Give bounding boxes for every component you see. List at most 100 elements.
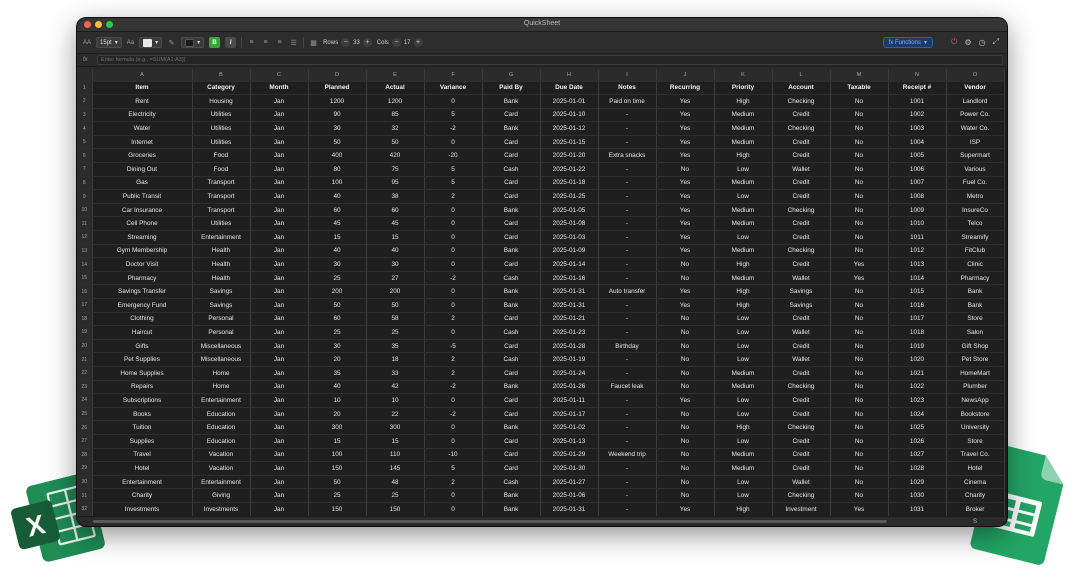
cell[interactable]: 1013 — [888, 257, 947, 272]
cell[interactable]: 60 — [308, 312, 367, 327]
cell[interactable]: 2025-01-23 — [540, 325, 599, 340]
cell[interactable]: Credit — [772, 448, 831, 463]
cell[interactable]: Public Transit — [92, 189, 193, 204]
cell[interactable]: FitClub — [946, 244, 1005, 259]
cell[interactable]: 1011 — [888, 230, 947, 245]
cell[interactable]: Transport — [192, 203, 251, 218]
formula-input[interactable] — [97, 55, 1003, 65]
cell[interactable]: No — [830, 312, 889, 327]
cell[interactable]: Entertainment — [92, 475, 193, 490]
cell[interactable]: No — [656, 407, 715, 422]
cell[interactable]: Low — [714, 312, 773, 327]
column-header[interactable]: D — [308, 69, 367, 82]
cell[interactable]: 20 — [308, 352, 367, 367]
cell[interactable]: InsureCo — [946, 203, 1005, 218]
cell[interactable]: Medium — [714, 108, 773, 123]
cell[interactable]: Credit — [772, 339, 831, 354]
cell[interactable]: 1008 — [888, 189, 947, 204]
rows-decrement-button[interactable]: − — [341, 38, 351, 47]
cell[interactable]: High — [714, 148, 773, 164]
row-header[interactable]: 32 — [77, 502, 93, 516]
cell[interactable]: 40 — [366, 244, 425, 259]
column-header[interactable]: H — [540, 69, 599, 82]
cell[interactable]: 2025-01-31 — [540, 502, 599, 516]
cell[interactable]: 50 — [308, 135, 367, 150]
cell[interactable]: 1027 — [888, 448, 947, 463]
cell[interactable]: -5 — [424, 339, 483, 354]
row-header[interactable]: 7 — [77, 162, 93, 177]
cell[interactable]: Bank — [946, 298, 1005, 313]
cell[interactable]: No — [830, 216, 889, 232]
cell[interactable]: Jan — [250, 162, 309, 177]
cell[interactable]: Jan — [250, 271, 309, 286]
cell[interactable]: 100 — [308, 448, 367, 463]
cell[interactable]: Utilities — [192, 216, 251, 232]
cell[interactable]: Card — [482, 407, 541, 422]
cell[interactable]: 95 — [366, 176, 425, 191]
cell[interactable]: 15 — [366, 434, 425, 449]
cell[interactable]: 0 — [424, 203, 483, 218]
column-header[interactable]: M — [830, 69, 889, 82]
cell[interactable]: Yes — [656, 284, 715, 299]
cell[interactable]: 2025-01-06 — [540, 488, 599, 503]
cell[interactable]: No — [656, 162, 715, 177]
cell[interactable]: No — [656, 312, 715, 327]
cell[interactable]: 1014 — [888, 271, 947, 286]
cell[interactable]: Card — [482, 461, 541, 476]
row-header[interactable]: 5 — [77, 135, 93, 150]
row-header[interactable]: 20 — [77, 339, 93, 354]
cell[interactable]: Entertainment — [192, 393, 251, 408]
cell[interactable]: Bookstore — [946, 407, 1005, 422]
cell[interactable]: - — [598, 189, 657, 204]
cell[interactable]: Entertainment — [192, 475, 251, 490]
cell[interactable]: Education — [192, 407, 251, 422]
cell[interactable]: Wallet — [772, 352, 831, 367]
cell[interactable]: 2025-01-28 — [540, 339, 599, 354]
cell[interactable]: 60 — [366, 203, 425, 218]
cell[interactable]: No — [830, 203, 889, 218]
cell[interactable]: Low — [714, 407, 773, 422]
cell[interactable]: Credit — [772, 461, 831, 476]
cell[interactable]: 0 — [424, 257, 483, 272]
cell[interactable]: Weekend trip — [598, 448, 657, 463]
cell[interactable]: 1021 — [888, 366, 947, 381]
cell[interactable]: 2025-01-08 — [540, 216, 599, 232]
cell[interactable]: Clinic — [946, 257, 1005, 272]
cell[interactable]: 1029 — [888, 475, 947, 490]
cell[interactable]: Credit — [772, 216, 831, 232]
cell[interactable]: 15 — [308, 230, 367, 245]
cell[interactable]: - — [598, 312, 657, 327]
cell[interactable]: 38 — [366, 189, 425, 204]
cell[interactable]: Groceries — [92, 148, 193, 164]
cell[interactable]: - — [598, 488, 657, 503]
cell[interactable]: No — [830, 244, 889, 259]
cell[interactable]: Medium — [714, 366, 773, 381]
cell[interactable]: Month — [250, 81, 309, 96]
cell[interactable]: Yes — [656, 148, 715, 164]
cell[interactable]: 1024 — [888, 407, 947, 422]
cell[interactable]: Medium — [714, 135, 773, 150]
cell[interactable]: Yes — [656, 94, 715, 109]
row-header[interactable]: 1 — [77, 81, 93, 96]
cell[interactable]: Cash — [482, 162, 541, 177]
cell[interactable]: No — [830, 366, 889, 381]
cell[interactable]: Card — [482, 257, 541, 272]
cell[interactable]: Jan — [250, 176, 309, 191]
cell[interactable]: Vacation — [192, 461, 251, 476]
cell[interactable]: No — [830, 94, 889, 109]
column-header[interactable]: B — [192, 69, 251, 82]
cell[interactable]: Paid By — [482, 81, 541, 96]
row-header[interactable]: 25 — [77, 407, 93, 422]
cell[interactable]: 15 — [366, 230, 425, 245]
cell[interactable]: - — [598, 298, 657, 313]
cell[interactable]: Haircut — [92, 325, 193, 340]
cell[interactable]: Store — [946, 434, 1005, 449]
cell[interactable]: Birthday — [598, 339, 657, 354]
cell[interactable]: Jan — [250, 393, 309, 408]
cell[interactable]: Yes — [656, 244, 715, 259]
row-header[interactable]: 15 — [77, 271, 93, 286]
cell[interactable]: Medium — [714, 380, 773, 395]
cell[interactable]: Wallet — [772, 325, 831, 340]
cell[interactable]: Jan — [250, 420, 309, 435]
cell[interactable]: Savings — [772, 284, 831, 299]
